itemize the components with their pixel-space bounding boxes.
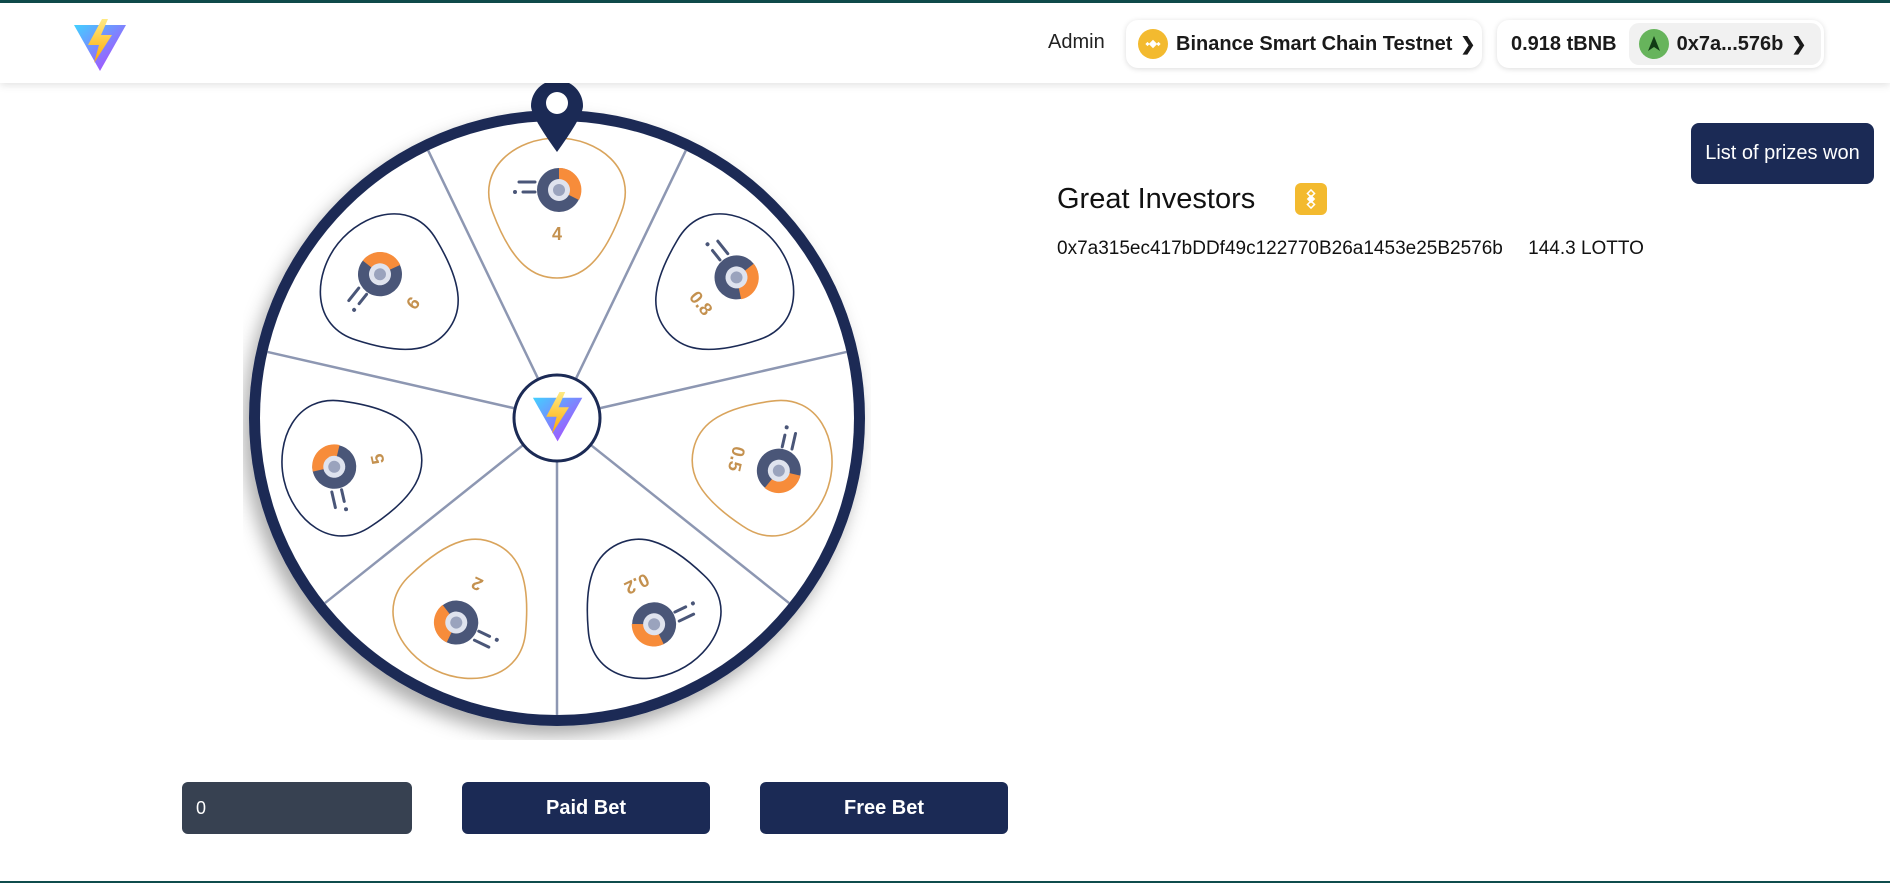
prizes-won-button[interactable]: List of prizes won — [1691, 123, 1874, 184]
bnb-logo-icon — [1295, 183, 1327, 215]
app-logo-icon[interactable] — [72, 19, 128, 73]
account-address-button[interactable]: 0x7a...576b ❯ — [1628, 23, 1821, 65]
account-box: 0.918 tBNB 0x7a...576b ❯ — [1497, 20, 1824, 68]
free-bet-button[interactable]: Free Bet — [760, 782, 1008, 834]
account-avatar-icon — [1638, 29, 1669, 59]
network-selector-button[interactable]: Binance Smart Chain Testnet ❯ — [1126, 20, 1482, 68]
bnb-coin-icon — [1138, 29, 1168, 59]
investors-title: Great Investors — [1057, 183, 1256, 215]
paid-bet-button[interactable]: Paid Bet — [462, 782, 710, 834]
investor-row: 0x7a315ec417bDDf49c122770B26a1453e25B257… — [1057, 238, 1644, 260]
prize-wheel[interactable]: 40.80.50.2256 — [243, 72, 871, 740]
chevron-down-icon: ❯ — [1460, 33, 1476, 54]
top-navbar: Admin Binance Smart Chain Testnet ❯ 0.91… — [0, 3, 1890, 83]
investor-amount: 144.3 LOTTO — [1528, 238, 1644, 259]
bet-amount-input[interactable] — [182, 782, 412, 834]
wheel-segment-label: 4 — [552, 224, 562, 244]
account-address: 0x7a...576b — [1676, 32, 1784, 55]
wallet-balance: 0.918 tBNB — [1511, 32, 1617, 55]
network-name: Binance Smart Chain Testnet — [1176, 32, 1453, 55]
admin-link[interactable]: Admin — [1048, 31, 1105, 54]
investor-address: 0x7a315ec417bDDf49c122770B26a1453e25B257… — [1057, 238, 1503, 259]
chevron-down-icon: ❯ — [1791, 33, 1807, 54]
